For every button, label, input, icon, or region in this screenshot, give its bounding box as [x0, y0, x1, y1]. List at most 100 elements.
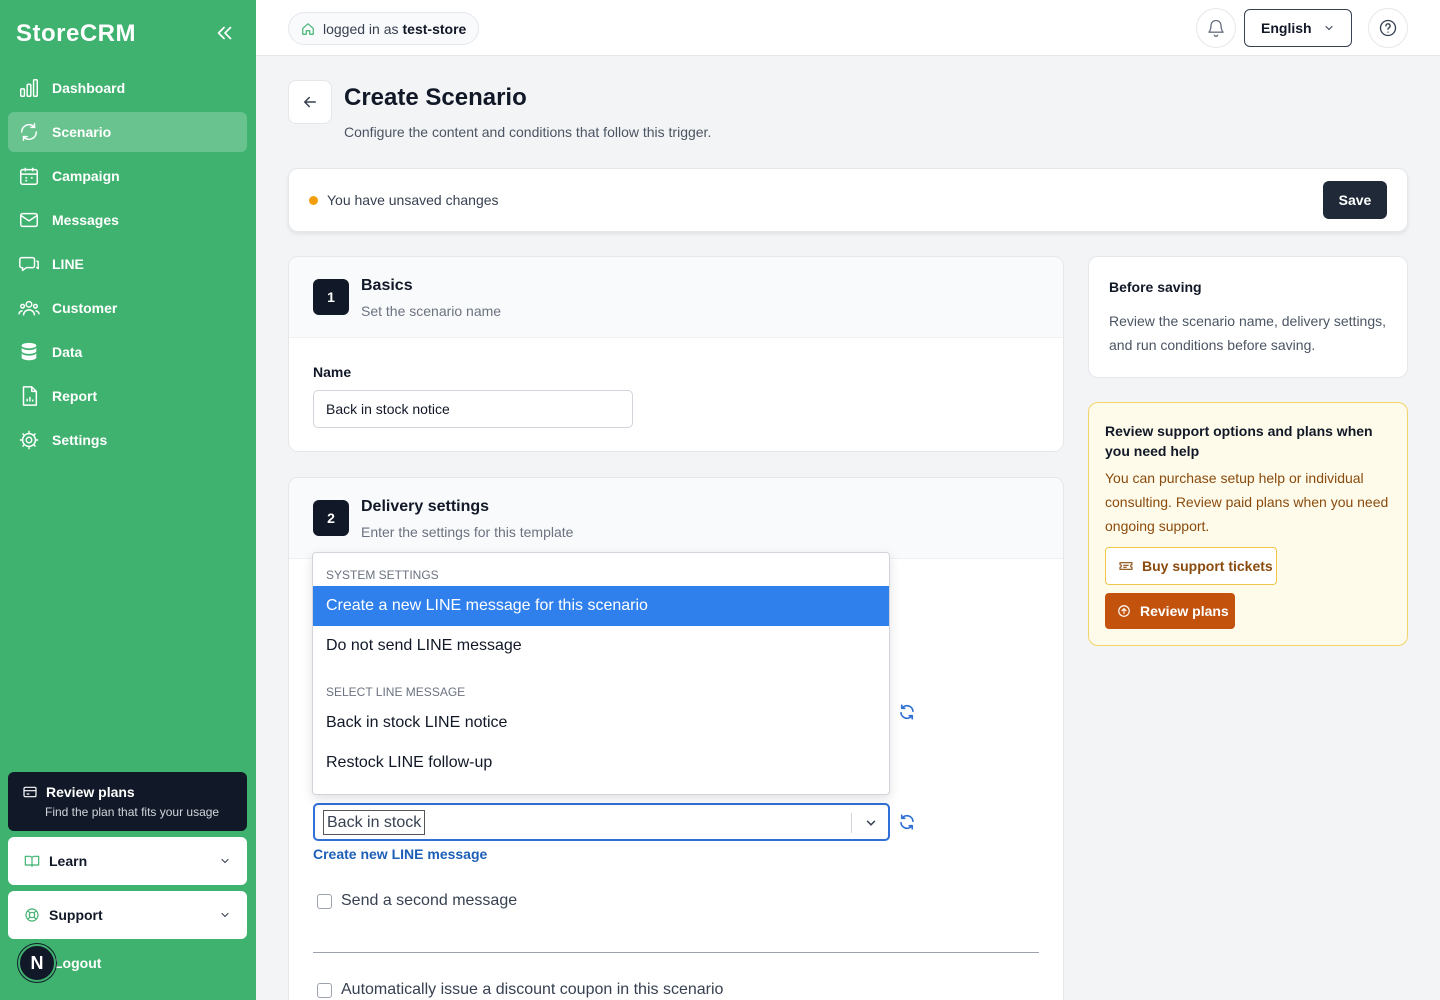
- sidebar-item-label: Scenario: [52, 124, 112, 140]
- support-panel-body: You can purchase setup help or individua…: [1105, 470, 1389, 534]
- sidebar-item-messages[interactable]: Messages: [8, 200, 247, 240]
- basics-card-header: 1 Basics Set the scenario name: [289, 257, 1063, 338]
- sidebar-item-label: Messages: [52, 212, 119, 228]
- back-button[interactable]: [288, 80, 332, 124]
- coupon-option[interactable]: Automatically issue a discount coupon in…: [317, 981, 723, 999]
- users-icon: [18, 297, 40, 319]
- arrow-left-icon: [304, 96, 316, 108]
- page-subtitle: Configure the content and conditions tha…: [344, 124, 712, 140]
- database-icon: [18, 341, 40, 363]
- book-open-icon: [24, 855, 40, 867]
- lifebuoy-icon: [25, 908, 39, 922]
- logout-button[interactable]: N Logout: [18, 944, 101, 982]
- sidebar-item-report[interactable]: Report: [8, 376, 247, 416]
- sidebar-item-label: Customer: [52, 300, 118, 316]
- sidebar-item-label: Campaign: [52, 168, 120, 184]
- dropdown-option-create-new[interactable]: Create a new LINE message for this scena…: [313, 586, 889, 626]
- name-label: Name: [313, 364, 352, 380]
- ticket-icon: [1119, 562, 1133, 570]
- page-title: Create Scenario: [344, 84, 527, 111]
- dropdown-option-back-in-stock[interactable]: Back in stock LINE notice: [313, 703, 889, 743]
- support-panel: Review support options and plans when yo…: [1088, 402, 1408, 646]
- brand-logo: StoreCRM: [16, 20, 137, 47]
- question-circle-icon: [1379, 19, 1397, 37]
- chat-bubble-icon: [18, 253, 40, 275]
- logged-in-store: test-store: [402, 20, 467, 37]
- topbar: logged in as test-store English: [256, 0, 1440, 56]
- collapse-sidebar-icon[interactable]: [214, 22, 236, 44]
- before-saving-body: Review the scenario name, delivery setti…: [1109, 313, 1387, 353]
- line-message-dropdown: System settings Create a new LINE messag…: [312, 552, 890, 795]
- dropdown-group-label: System settings: [326, 568, 439, 582]
- review-plans-title: Review plans: [46, 784, 135, 800]
- support-accordion[interactable]: Support: [8, 891, 247, 939]
- basics-subtitle: Set the scenario name: [361, 303, 502, 319]
- logged-in-prefix: logged in as: [323, 20, 399, 37]
- dropdown-group-label: Select LINE message: [326, 685, 466, 699]
- review-plans-label: Review plans: [1140, 603, 1229, 619]
- select-separator: [851, 813, 852, 833]
- chevron-down-icon[interactable]: [864, 816, 878, 830]
- refresh-icon[interactable]: [898, 813, 916, 831]
- sidebar: StoreCRM Dashboard Scenario Campaign Mes…: [0, 0, 256, 1000]
- chevron-down-icon: [221, 912, 229, 918]
- unsaved-message: You have unsaved changes: [327, 192, 499, 208]
- document-chart-icon: [18, 385, 40, 407]
- review-plans-button[interactable]: Review plans: [1105, 593, 1235, 629]
- second-message-option[interactable]: Send a second message: [317, 892, 517, 910]
- sidebar-item-label: Settings: [52, 432, 108, 448]
- language-select[interactable]: English: [1244, 9, 1352, 47]
- sidebar-item-campaign[interactable]: Campaign: [8, 156, 247, 196]
- refresh-icon[interactable]: [898, 703, 916, 721]
- chevron-down-icon: [1325, 25, 1333, 31]
- dropdown-option-restock-follow-up[interactable]: Restock LINE follow-up: [313, 743, 889, 783]
- unsaved-status-dot: [309, 195, 318, 205]
- delivery-title: Delivery settings: [361, 498, 490, 515]
- create-line-message-link[interactable]: Create new LINE message: [313, 846, 487, 862]
- second-message-checkbox[interactable]: [317, 893, 332, 909]
- buy-support-tickets-label: Buy support tickets: [1142, 558, 1273, 574]
- refresh-cycle-icon: [18, 121, 40, 143]
- review-plans-card[interactable]: Review plans Find the plan that fits you…: [8, 772, 247, 831]
- gear-icon: [18, 429, 40, 451]
- help-button[interactable]: [1368, 8, 1408, 48]
- buy-support-tickets-button[interactable]: Buy support tickets: [1105, 547, 1277, 585]
- step-badge: 1: [313, 279, 349, 315]
- calendar-icon: [18, 165, 40, 187]
- before-saving-title: Before saving: [1109, 279, 1202, 295]
- review-plans-subtitle: Find the plan that fits your usage: [45, 805, 220, 819]
- line-message-select[interactable]: Back in stock: [313, 803, 890, 841]
- sidebar-item-dashboard[interactable]: Dashboard: [8, 68, 247, 108]
- basics-card: 1 Basics Set the scenario name Name: [288, 256, 1064, 452]
- delivery-subtitle: Enter the settings for this template: [361, 524, 574, 540]
- line-message-select-value[interactable]: Back in stock: [323, 810, 426, 835]
- sidebar-nav: Dashboard Scenario Campaign Messages LIN…: [8, 68, 247, 464]
- learn-label: Learn: [49, 853, 88, 869]
- sidebar-item-label: Report: [52, 388, 98, 404]
- step-badge: 2: [313, 500, 349, 536]
- sidebar-item-settings[interactable]: Settings: [8, 420, 247, 460]
- before-saving-card: Before saving Review the scenario name, …: [1088, 256, 1408, 378]
- scenario-name-input[interactable]: [313, 390, 633, 428]
- sidebar-item-label: Dashboard: [52, 80, 126, 96]
- notifications-button[interactable]: [1196, 8, 1236, 48]
- avatar[interactable]: N: [18, 944, 56, 982]
- second-message-label: Send a second message: [341, 892, 518, 909]
- bell-icon: [1208, 19, 1224, 37]
- mail-icon: [18, 209, 40, 231]
- sidebar-item-customer[interactable]: Customer: [8, 288, 247, 328]
- support-label: Support: [49, 907, 103, 923]
- save-button[interactable]: Save: [1323, 181, 1387, 219]
- credit-card-icon: [23, 786, 37, 798]
- basics-title: Basics: [361, 277, 413, 294]
- unsaved-changes-bar: You have unsaved changes Save: [288, 168, 1408, 232]
- coupon-checkbox[interactable]: [317, 982, 332, 998]
- bar-chart-icon: [18, 77, 40, 99]
- sidebar-item-label: LINE: [52, 256, 84, 272]
- sidebar-item-line[interactable]: LINE: [8, 244, 247, 284]
- learn-accordion[interactable]: Learn: [8, 837, 247, 885]
- logged-in-badge: logged in as test-store: [288, 12, 480, 45]
- sidebar-item-scenario[interactable]: Scenario: [8, 112, 247, 152]
- sidebar-item-data[interactable]: Data: [8, 332, 247, 372]
- dropdown-option-do-not-send[interactable]: Do not send LINE message: [313, 626, 889, 666]
